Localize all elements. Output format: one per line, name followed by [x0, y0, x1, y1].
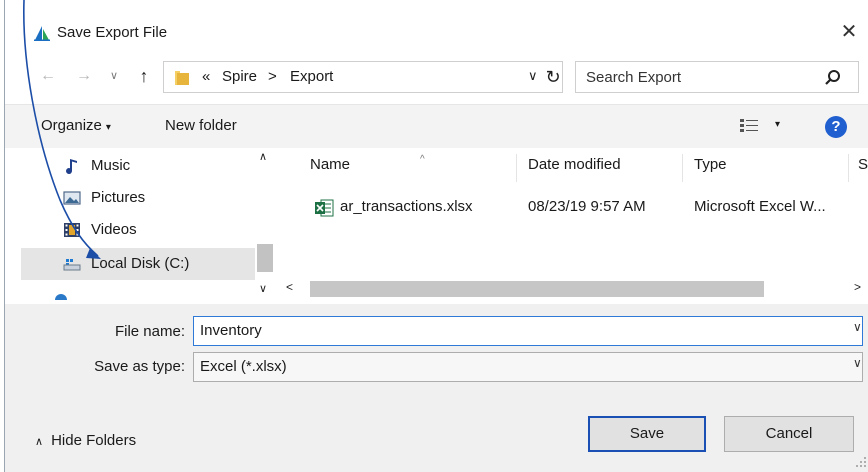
scroll-thumb[interactable]: [257, 244, 273, 272]
file-name-field[interactable]: Inventory: [193, 316, 863, 346]
up-button[interactable]: ↑: [133, 64, 155, 88]
table-row[interactable]: ar_transactions.xlsx 08/23/19 9:57 AM Mi…: [306, 192, 866, 222]
column-divider[interactable]: [682, 154, 683, 182]
command-bar: Organize ▾ New folder ▾ ?: [5, 104, 868, 148]
recent-locations-button[interactable]: ∨: [103, 64, 125, 88]
videos-icon: [64, 223, 80, 237]
views-dropdown-icon[interactable]: ▾: [775, 119, 780, 130]
scroll-down-icon[interactable]: ∨: [259, 282, 267, 295]
help-icon[interactable]: ?: [825, 116, 847, 138]
search-icon: [825, 70, 840, 85]
refresh-icon[interactable]: ↻: [544, 65, 562, 89]
hide-folders-label: Hide Folders: [51, 432, 137, 449]
nav-item-partial-icon: [55, 294, 67, 300]
breadcrumb-spire[interactable]: Spire: [222, 68, 257, 85]
nav-item-local-disk[interactable]: Local Disk (C:): [21, 248, 255, 280]
nav-item-music[interactable]: Music: [21, 150, 255, 182]
nav-item-label: Music: [91, 157, 131, 174]
column-header-label: Name: [310, 156, 351, 173]
scroll-right-icon[interactable]: >: [854, 280, 861, 294]
breadcrumb-export[interactable]: Export: [290, 68, 333, 85]
forward-button[interactable]: →: [73, 64, 95, 88]
column-header-type[interactable]: Type: [694, 156, 727, 173]
save-as-type-dropdown-icon[interactable]: ∨: [853, 356, 862, 370]
drive-icon: [63, 259, 81, 271]
address-bar[interactable]: « Spire > Export ∨ ↻: [163, 61, 563, 93]
save-form: File name: Inventory ∨ Save as type: Exc…: [5, 304, 868, 472]
file-name-cell: ar_transactions.xlsx: [340, 198, 473, 215]
sort-ascending-icon: ^: [420, 154, 425, 165]
title-bar: Save Export File ✕: [5, 12, 868, 52]
hide-folders-button[interactable]: ∧ Hide Folders: [35, 432, 136, 449]
column-header-size[interactable]: S: [858, 156, 868, 173]
search-input[interactable]: Search Export: [575, 61, 859, 93]
column-header-date[interactable]: Date modified: [528, 156, 621, 173]
column-divider[interactable]: [848, 154, 849, 182]
scroll-thumb[interactable]: [310, 281, 764, 297]
cancel-button[interactable]: Cancel: [724, 416, 854, 452]
column-divider[interactable]: [516, 154, 517, 182]
excel-file-icon: [315, 199, 334, 217]
close-icon[interactable]: ✕: [837, 20, 861, 44]
column-header-name[interactable]: Name ^: [310, 154, 425, 173]
organize-label: Organize: [41, 117, 102, 134]
folder-icon: [175, 71, 189, 85]
music-icon: [66, 159, 77, 175]
address-row: ← → ∨ ↑ « Spire > Export ∨ ↻ Search Expo…: [5, 58, 868, 96]
save-button[interactable]: Save: [588, 416, 706, 452]
organize-caret-icon: ▾: [105, 122, 111, 133]
file-name-dropdown-icon[interactable]: ∨: [853, 320, 862, 334]
file-type-cell: Microsoft Excel W...: [694, 198, 826, 215]
organize-button[interactable]: Organize ▾: [41, 117, 111, 134]
nav-item-label: Local Disk (C:): [91, 255, 190, 272]
file-date-cell: 08/23/19 9:57 AM: [528, 198, 646, 215]
navigation-pane: Music Pictures Videos Local Disk (C:): [5, 148, 275, 300]
window-title: Save Export File: [57, 24, 168, 41]
breadcrumb-overflow[interactable]: «: [202, 68, 210, 85]
file-name-label: File name:: [114, 323, 185, 340]
save-as-type-select[interactable]: Excel (*.xlsx): [193, 352, 863, 382]
save-as-type-label: Save as type:: [94, 358, 185, 375]
search-placeholder: Search Export: [586, 69, 682, 86]
save-dialog: Save Export File ✕ ← → ∨ ↑ « Spire > Exp…: [4, 0, 868, 472]
nav-item-label: Pictures: [91, 189, 146, 206]
resize-grip-icon[interactable]: [855, 456, 867, 468]
scroll-left-icon[interactable]: <: [286, 280, 293, 294]
nav-item-videos[interactable]: Videos: [21, 214, 255, 246]
nav-vertical-scrollbar[interactable]: ∧ ∨: [255, 148, 275, 300]
nav-item-pictures[interactable]: Pictures: [21, 182, 255, 214]
nav-item-label: Videos: [91, 221, 137, 238]
scroll-up-icon[interactable]: ∧: [259, 150, 267, 163]
breadcrumb-separator[interactable]: >: [268, 68, 277, 85]
address-dropdown-icon[interactable]: ∨: [528, 68, 538, 84]
file-horizontal-scrollbar[interactable]: < >: [280, 278, 868, 298]
back-button[interactable]: ←: [37, 64, 59, 88]
pictures-icon: [63, 191, 81, 205]
new-folder-button[interactable]: New folder: [165, 117, 237, 134]
views-icon[interactable]: [740, 119, 758, 133]
app-icon: [34, 26, 50, 41]
chevron-up-icon: ∧: [35, 436, 44, 448]
